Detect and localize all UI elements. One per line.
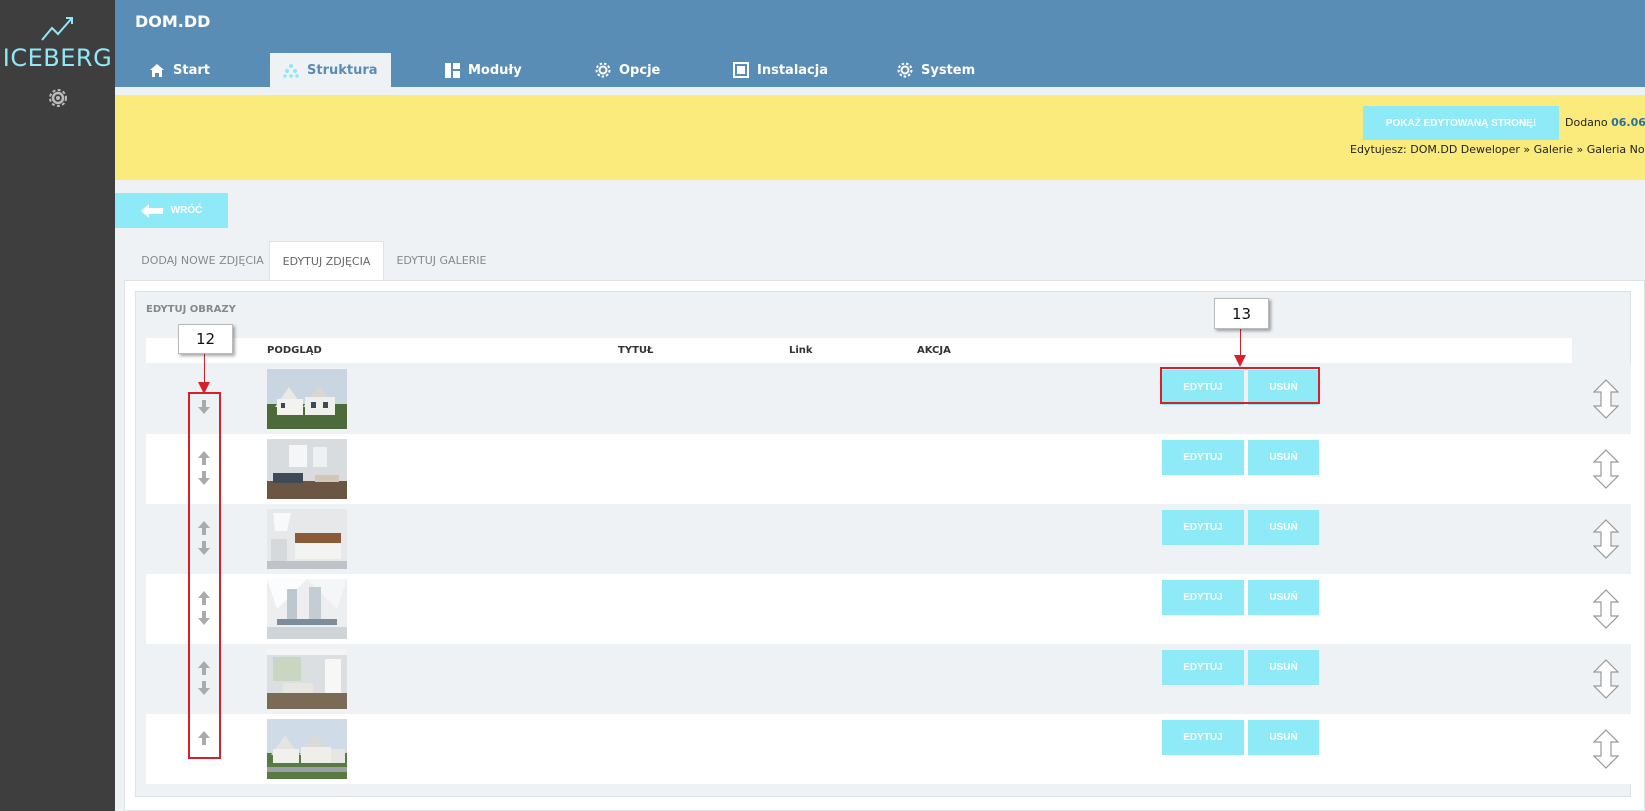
logo-chart-icon: [40, 17, 73, 41]
nav-instalacja[interactable]: Instalacja: [733, 53, 828, 87]
nav-system-label: System: [921, 62, 976, 78]
nav-instalacja-label: Instalacja: [757, 62, 828, 78]
added-date: 06.06.2: [1611, 116, 1645, 129]
annotation-highlight-actions: [1160, 367, 1320, 404]
tab-edit-gallery[interactable]: EDYTUJ GALERIE: [384, 241, 499, 280]
added-info: Dodano 06.06.2: [1565, 116, 1645, 129]
nav-moduly-label: Moduły: [468, 62, 522, 78]
home-icon: [150, 63, 164, 77]
modules-icon: [445, 62, 460, 78]
sidebar: ICEBERG: [0, 0, 115, 811]
table-row: EDYTUJ USUŃ: [146, 434, 1631, 504]
annotation-arrow-line: [204, 354, 205, 384]
table-row: EDYTUJ USUŃ: [146, 574, 1631, 644]
delete-button[interactable]: USUŃ: [1248, 510, 1319, 545]
info-bar: POKAŻ EDYTOWANĄ STRONĘ! Dodano 06.06.2 E…: [115, 95, 1645, 180]
annotation-highlight-reorder: [188, 392, 221, 759]
drag-handle-icon[interactable]: [1593, 519, 1619, 559]
back-button[interactable]: WRÓĆ: [115, 193, 228, 228]
column-header-preview: PODGLĄD: [267, 345, 322, 356]
delete-button[interactable]: USUŃ: [1248, 580, 1319, 615]
tab-add-photos[interactable]: DODAJ NOWE ZDJĘCIA: [124, 241, 281, 280]
edit-button[interactable]: EDYTUJ: [1162, 580, 1244, 615]
install-icon: [733, 62, 749, 78]
nav-start[interactable]: Start: [149, 53, 210, 87]
column-header-link: Link: [789, 345, 813, 356]
nav-moduly[interactable]: Moduły: [445, 53, 522, 87]
delete-button[interactable]: USUŃ: [1248, 440, 1319, 475]
drag-handle-icon[interactable]: [1593, 729, 1619, 769]
nav-start-label: Start: [173, 62, 210, 78]
drag-handle-icon[interactable]: [1593, 659, 1619, 699]
gear-icon: [897, 62, 913, 78]
site-title: DOM.DD: [135, 12, 211, 31]
table-row: EDYTUJ USUŃ: [146, 644, 1631, 714]
logo-text: ICEBERG: [2, 44, 113, 72]
top-header: DOM.DD Start Struktura Moduły Opcje Inst…: [115, 0, 1645, 87]
main-nav: Start Struktura Moduły Opcje Instalacja …: [115, 53, 1645, 87]
image-thumbnail: [267, 649, 347, 709]
image-thumbnail: [267, 509, 347, 569]
annotation-label-12: 12: [178, 324, 233, 354]
nav-struktura-label: Struktura: [307, 62, 378, 78]
drag-handle-icon[interactable]: [1593, 379, 1619, 419]
delete-button[interactable]: USUŃ: [1248, 720, 1319, 755]
section-title: EDYTUJ OBRAZY: [146, 304, 236, 315]
annotation-arrow-line: [1240, 329, 1241, 356]
image-thumbnail: [267, 579, 347, 639]
table-row: EDYTUJ USUŃ: [146, 364, 1631, 434]
image-thumbnail: [267, 439, 347, 499]
annotation-label-13: 13: [1214, 298, 1269, 329]
annotation-arrow-tip: [198, 382, 210, 394]
logo[interactable]: ICEBERG: [0, 14, 115, 72]
edit-button[interactable]: EDYTUJ: [1162, 440, 1244, 475]
nav-system[interactable]: System: [897, 53, 975, 87]
added-label: Dodano: [1565, 116, 1608, 129]
table-row: EDYTUJ USUŃ: [146, 504, 1631, 574]
nav-opcje-label: Opcje: [619, 62, 661, 78]
back-label: WRÓĆ: [170, 205, 203, 216]
drag-handle-icon[interactable]: [1593, 449, 1619, 489]
image-thumbnail: [267, 719, 347, 779]
table-row: EDYTUJ USUŃ: [146, 714, 1631, 784]
drag-handle-icon[interactable]: [1593, 589, 1619, 629]
show-edited-page-button[interactable]: POKAŻ EDYTOWANĄ STRONĘ!: [1363, 106, 1559, 140]
edit-button[interactable]: EDYTUJ: [1162, 510, 1244, 545]
column-header-title: TYTUŁ: [618, 345, 654, 356]
table-header: PODGLĄD TYTUŁ Link AKCJA: [146, 338, 1572, 363]
delete-button[interactable]: USUŃ: [1248, 650, 1319, 685]
image-thumbnail: [267, 369, 347, 429]
tab-edit-photos[interactable]: EDYTUJ ZDJĘCIA: [269, 241, 384, 280]
edit-button[interactable]: EDYTUJ: [1162, 720, 1244, 755]
column-header-action: AKCJA: [917, 345, 951, 356]
edit-button[interactable]: EDYTUJ: [1162, 650, 1244, 685]
structure-icon: [283, 63, 299, 78]
gear-icon[interactable]: [48, 88, 68, 108]
nav-struktura[interactable]: Struktura: [270, 53, 391, 87]
annotation-arrow-tip: [1234, 355, 1246, 367]
breadcrumb: Edytujesz: DOM.DD Deweloper » Galerie » …: [1350, 143, 1645, 156]
gear-icon: [595, 62, 611, 78]
nav-opcje[interactable]: Opcje: [595, 53, 660, 87]
arrow-left-icon: [140, 203, 163, 218]
